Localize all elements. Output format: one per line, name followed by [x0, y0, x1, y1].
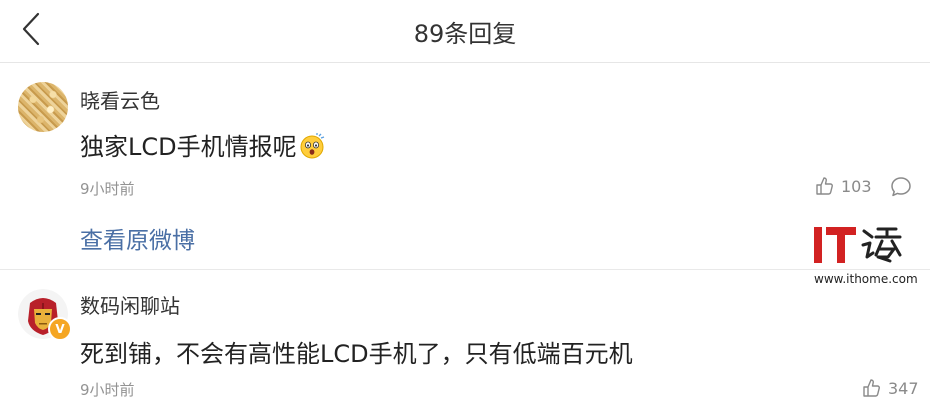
like-button[interactable]: 103: [815, 176, 872, 196]
view-original-weibo-link[interactable]: 查看原微博: [80, 221, 195, 255]
comment-text: 独家LCD手机情报呢: [80, 127, 325, 165]
page-title: 89条回复: [413, 20, 517, 48]
surprised-emoji-icon: [299, 133, 325, 165]
comment-bubble-icon: [891, 177, 911, 197]
thumbs-up-icon: [863, 379, 880, 397]
comment-username[interactable]: 数码闲聊站: [80, 290, 180, 319]
like-button[interactable]: 347: [862, 378, 919, 398]
comment-text: 死到铺，不会有高性能LCD手机了，只有低端百元机: [80, 340, 633, 368]
avatar[interactable]: [18, 82, 68, 132]
like-count: 347: [888, 378, 919, 398]
top-bar: 89条回复: [0, 0, 930, 63]
comment-item: 晓看云色 独家LCD手机情报呢 9小时前 103 查看原微博: [0, 63, 930, 269]
comment-time: 9小时前: [80, 381, 135, 399]
watermark-url: www.ithome.com: [814, 272, 918, 286]
comment-text-content: 独家LCD手机情报呢: [80, 133, 297, 161]
verified-badge: V: [48, 317, 72, 341]
comment-time: 9小时前: [80, 180, 135, 198]
comment-username[interactable]: 晓看云色: [80, 85, 160, 114]
like-count: 103: [841, 176, 872, 196]
comment-item: V 数码闲聊站 死到铺，不会有高性能LCD手机了，只有低端百元机 9小时前 34…: [0, 270, 930, 414]
thumbs-up-icon: [816, 177, 833, 195]
reply-button[interactable]: [890, 176, 912, 198]
